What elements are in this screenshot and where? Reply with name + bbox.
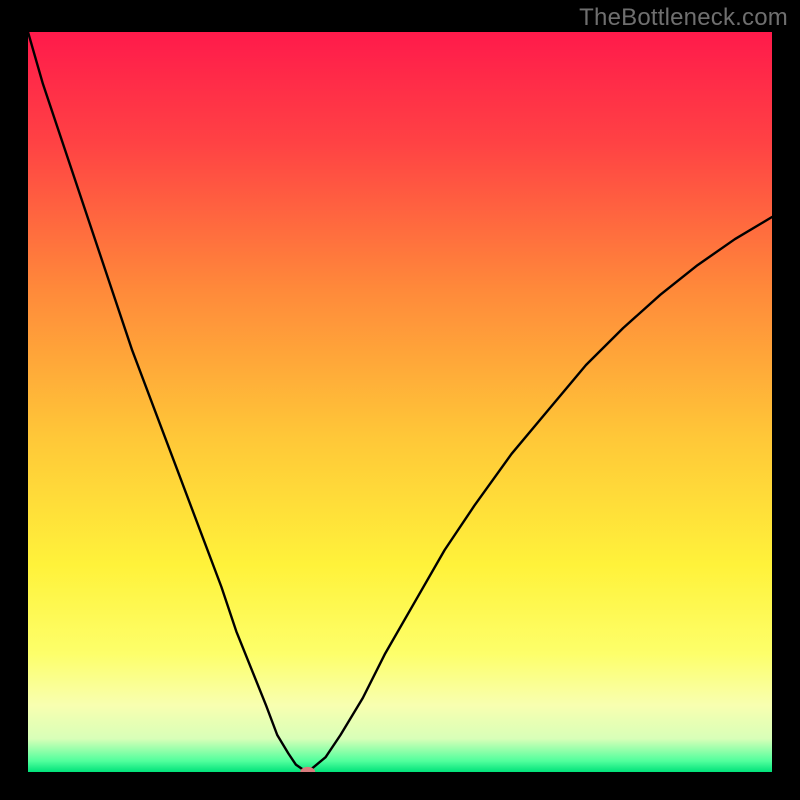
bottleneck-chart xyxy=(28,32,772,772)
watermark-text: TheBottleneck.com xyxy=(579,4,788,32)
chart-frame: TheBottleneck.com xyxy=(0,0,800,800)
plot-area xyxy=(28,32,772,772)
gradient-background xyxy=(28,32,772,772)
